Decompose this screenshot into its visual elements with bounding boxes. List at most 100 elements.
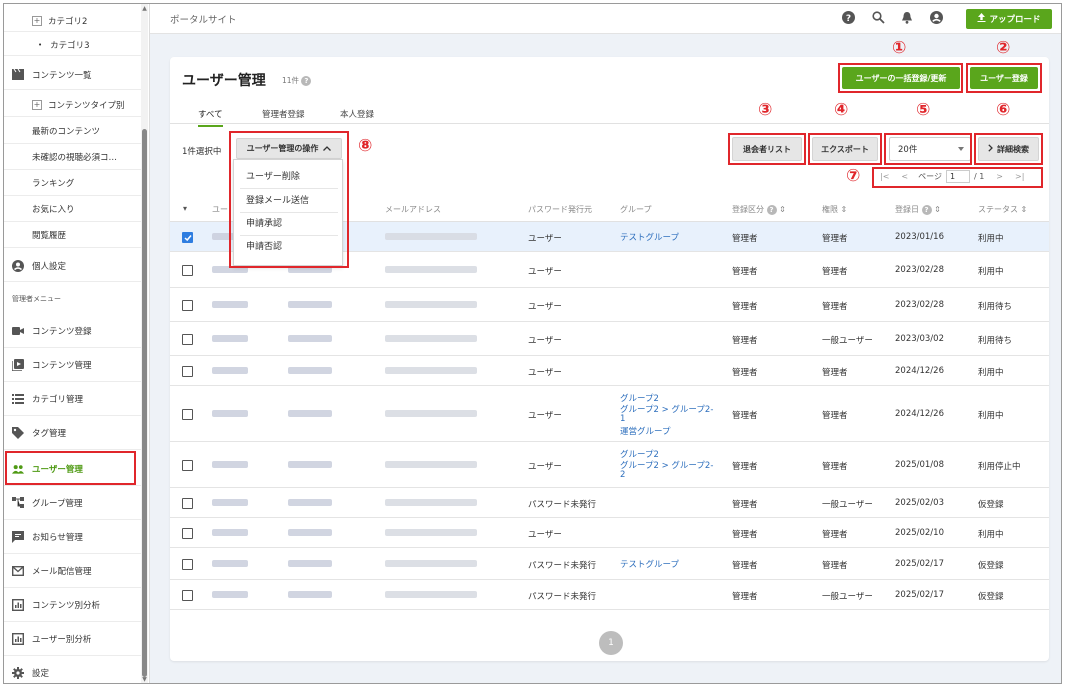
table-row[interactable]: ユーザー 管理者 管理者 2025/01/08 利用停止中 グループ2 グループ2 > グル… [170,442,1049,488]
row-checkbox[interactable] [182,528,193,539]
group-link[interactable]: 2 [620,470,625,480]
tab-self-registered[interactable]: 本人登録 [340,108,374,120]
group-link[interactable]: グループ2 > グループ2- [620,459,713,471]
sort-icon[interactable]: ⇕ [1021,205,1028,214]
sidebar-item-label: コンテンツ管理 [32,360,92,371]
sidebar-item-group-manage[interactable]: グループ管理 [4,486,142,520]
bell-icon[interactable] [901,11,915,25]
site-title: ポータルサイト [170,15,237,26]
page-1-button[interactable]: 1 [599,631,623,655]
sidebar-item-tag-manage[interactable]: タグ管理 [4,416,142,450]
group-link[interactable]: 運営グループ [620,425,671,437]
column-group[interactable]: グループ [620,204,652,215]
sidebar-item-favorites[interactable]: お気に入り [4,196,142,222]
group-link[interactable]: テストグループ [620,558,679,570]
account-icon[interactable] [930,11,944,25]
column-permission[interactable]: 権限 ⇕ [822,204,847,215]
account-icon [12,259,24,272]
help-icon[interactable]: ? [842,11,856,25]
sidebar-item-latest[interactable]: 最新のコンテンツ [4,118,142,144]
column-registration-type[interactable]: 登録区分 ? ⇕ [732,204,786,215]
row-checkbox[interactable] [182,300,193,311]
sidebar-item-ranking[interactable]: ランキング [4,170,142,196]
table-row[interactable]: ユーザー 管理者 一般ユーザー 2023/03/02 利用待ち [170,322,1049,356]
sidebar-item-content-register[interactable]: コンテンツ登録 [4,314,142,348]
password-issuer-cell: ユーザー [528,411,562,421]
sidebar-item-personal-settings[interactable]: 個人設定 [4,250,142,282]
permission-cell: 管理者 [822,234,848,244]
sidebar-item-label: 閲覧履歴 [32,230,67,241]
row-checkbox[interactable] [182,498,193,509]
sidebar-item-content-analytics[interactable]: コンテンツ別分析 [4,588,142,622]
sidebar-item-user-analytics[interactable]: ユーザー別分析 [4,622,142,656]
redacted-email [385,591,477,598]
highlight-box-6 [974,133,1043,165]
column-user[interactable]: ユー [212,204,228,215]
sidebar-scrollbar-thumb[interactable] [142,129,147,677]
row-checkbox[interactable] [182,409,193,420]
sidebar-item-content-list[interactable]: コンテンツ一覧 [4,60,142,90]
sort-icon[interactable]: ⇕ [934,205,941,214]
annotation-7: ⑦ [846,166,861,186]
tab-admin-registered[interactable]: 管理者登録 [262,108,305,120]
table-row[interactable]: ユーザー 管理者 管理者 2024/12/26 利用中 [170,356,1049,386]
upload-button[interactable]: アップロード [966,9,1052,29]
row-checkbox[interactable] [182,334,193,345]
row-checkbox[interactable] [182,460,193,471]
password-issuer-cell: ユーザー [528,302,562,312]
scroll-up-arrow-icon[interactable]: ▲ [141,6,148,12]
table-row[interactable]: パスワード未発行 管理者 一般ユーザー 2025/02/17 仮登録 [170,580,1049,610]
sidebar-item-content-manage[interactable]: コンテンツ管理 [4,348,142,382]
table-row[interactable]: ユーザー 管理者 管理者 2024/12/26 利用中 グループ2 グループ2 > グループ… [170,386,1049,442]
table-row[interactable]: パスワード未発行 管理者 一般ユーザー 2025/02/03 仮登録 [170,488,1049,518]
group-link[interactable]: 1 [620,414,625,424]
row-checkbox[interactable] [182,366,193,377]
row-checkbox[interactable] [182,559,193,570]
sidebar-item-category2[interactable]: + カテゴリ2 [4,10,142,32]
annotation-5: ⑤ [916,100,931,120]
sidebar-item-notice-manage[interactable]: お知らせ管理 [4,520,142,554]
sidebar-item-history[interactable]: 閲覧履歴 [4,222,142,248]
registration-type-cell: 管理者 [732,234,758,244]
sort-caret-icon[interactable]: ▾ [183,204,187,213]
help-icon[interactable]: ? [921,205,932,215]
column-email[interactable]: メールアドレス [385,204,441,215]
tab-all[interactable]: すべて [198,108,223,127]
row-checkbox[interactable] [182,590,193,601]
table-row[interactable]: ユーザー 管理者 管理者 2023/02/28 利用待ち [170,288,1049,322]
scroll-down-arrow-icon[interactable]: ▼ [141,677,148,683]
sidebar-item-mail-manage[interactable]: メール配信管理 [4,554,142,588]
permission-cell: 管理者 [822,302,848,312]
row-checkbox[interactable] [182,265,193,276]
sidebar-item-content-type[interactable]: + コンテンツタイプ別 [4,93,142,117]
admin-menu-heading: 管理者メニュー [12,295,61,303]
sidebar-item-unconfirmed[interactable]: 未確認の視聴必須コ… [4,144,142,170]
group-link[interactable]: テストグループ [620,231,679,243]
annotation-3: ③ [758,100,773,120]
column-registered-date[interactable]: 登録日 ? ⇕ [895,204,941,215]
table-row[interactable]: パスワード未発行 管理者 管理者 2025/02/17 仮登録 テストグループ [170,548,1049,580]
sidebar-item-settings[interactable]: 設定 [4,660,142,683]
table-row[interactable]: ユーザー 管理者 管理者 2025/02/10 利用中 [170,518,1049,548]
registration-type-cell: 管理者 [732,368,758,378]
permission-cell: 管理者 [822,561,848,571]
password-issuer-cell: ユーザー [528,336,562,346]
search-icon[interactable] [872,11,886,25]
sort-icon[interactable]: ⇕ [779,205,786,214]
help-icon[interactable]: ? [766,205,777,215]
sort-icon[interactable]: ⇕ [841,205,848,214]
row-checkbox[interactable] [182,232,193,243]
column-password-issuer[interactable]: パスワード発行元 [528,204,592,215]
group-link[interactable]: グループ2 > グループ2- [620,403,713,415]
expand-plus-icon[interactable]: + [32,99,42,110]
permission-cell: 一般ユーザー [822,336,873,346]
annotation-4: ④ [834,100,849,120]
annotation-8: ⑧ [358,136,373,156]
expand-plus-icon[interactable]: + [32,15,42,26]
column-status[interactable]: ステータス ⇕ [978,204,1027,215]
sidebar-item-label: カテゴリ3 [50,40,90,51]
sidebar-item-category3[interactable]: • カテゴリ3 [4,34,142,56]
help-icon[interactable]: ? [301,76,312,86]
sidebar-item-category-manage[interactable]: カテゴリ管理 [4,382,142,416]
permission-cell: 管理者 [822,368,848,378]
